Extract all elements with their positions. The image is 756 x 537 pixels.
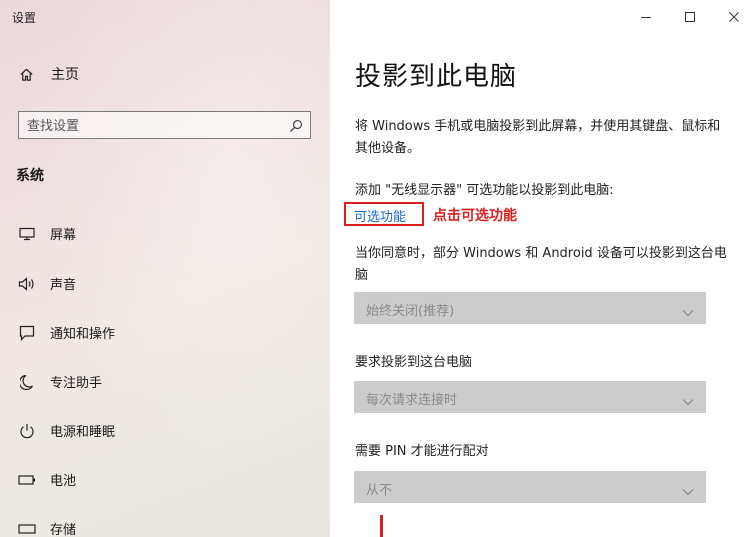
annotation-marker (380, 515, 383, 537)
sidebar-item-label: 存储 (50, 523, 77, 537)
select-value: 每次请求连接时 (366, 393, 458, 408)
select-value: 从不 (366, 483, 393, 498)
sidebar-item-display[interactable]: 屏幕 (18, 224, 76, 243)
sidebar-item-notifications[interactable]: 通知和操作 (18, 323, 115, 342)
sidebar-item-focus-assist[interactable]: 专注助手 (18, 372, 102, 391)
maximize-icon (684, 8, 696, 27)
speaker-icon (18, 275, 36, 293)
require-pin-select[interactable]: 从不 (354, 471, 706, 503)
page-title: 投影到此电脑 (355, 62, 518, 92)
projection-availability-label: 当你同意时，部分 Windows 和 Android 设备可以投影到这台电脑 (355, 246, 727, 283)
section-title: 系统 (16, 168, 44, 184)
search-icon[interactable] (289, 118, 303, 132)
sidebar-item-label: 主页 (51, 67, 79, 83)
select-value: 始终关闭(推荐) (366, 304, 455, 319)
moon-icon (18, 373, 36, 391)
minimize-button[interactable] (624, 0, 668, 34)
chevron-down-icon (682, 392, 694, 406)
app-title: 设置 (12, 11, 37, 25)
sidebar-item-battery[interactable]: 电池 (18, 470, 76, 489)
search-input[interactable] (25, 115, 279, 137)
main-content: 投影到此电脑 将 Windows 手机或电脑投影到此屏幕，并使用其键盘、鼠标和其… (330, 0, 756, 537)
sidebar-item-label: 专注助手 (50, 376, 103, 391)
sidebar: 设置 主页 系统 屏幕 声音 (0, 0, 330, 537)
require-pin-label: 需要 PIN 才能进行配对 (355, 444, 489, 459)
sidebar-item-sound[interactable]: 声音 (18, 274, 76, 293)
maximize-button[interactable] (668, 0, 712, 34)
minimize-icon (640, 8, 652, 27)
page-description: 将 Windows 手机或电脑投影到此屏幕，并使用其键盘、鼠标和其他设备。 (355, 119, 721, 156)
home-icon (18, 66, 34, 82)
monitor-icon (18, 225, 36, 243)
sidebar-item-label: 屏幕 (50, 228, 77, 243)
add-feature-text: 添加 "无线显示器" 可选功能以投影到此电脑: (355, 183, 614, 198)
close-icon (728, 8, 740, 27)
projection-availability-select[interactable]: 始终关闭(推荐) (354, 292, 706, 324)
chevron-down-icon (682, 482, 694, 496)
battery-icon (18, 471, 36, 489)
chevron-down-icon (682, 303, 694, 317)
notification-icon (18, 324, 36, 342)
window-controls (624, 0, 756, 34)
settings-window: 设置 主页 系统 屏幕 声音 (0, 0, 756, 537)
sidebar-item-storage[interactable]: 存储 (18, 519, 76, 537)
sidebar-item-label: 电源和睡眠 (50, 425, 116, 440)
power-icon (18, 422, 36, 440)
sidebar-item-power-sleep[interactable]: 电源和睡眠 (18, 421, 115, 440)
annotation-text: 点击可选功能 (433, 208, 517, 224)
sidebar-item-label: 声音 (50, 278, 77, 293)
optional-features-link[interactable]: 可选功能 (354, 206, 406, 225)
sidebar-item-home[interactable]: 主页 (18, 64, 79, 84)
sidebar-item-label: 通知和操作 (50, 327, 116, 342)
request-projection-select[interactable]: 每次请求连接时 (354, 381, 706, 413)
sidebar-item-label: 电池 (50, 474, 77, 489)
request-projection-label: 要求投影到这台电脑 (355, 355, 473, 370)
search-box (18, 111, 311, 139)
storage-icon (18, 520, 36, 537)
close-button[interactable] (712, 0, 756, 34)
